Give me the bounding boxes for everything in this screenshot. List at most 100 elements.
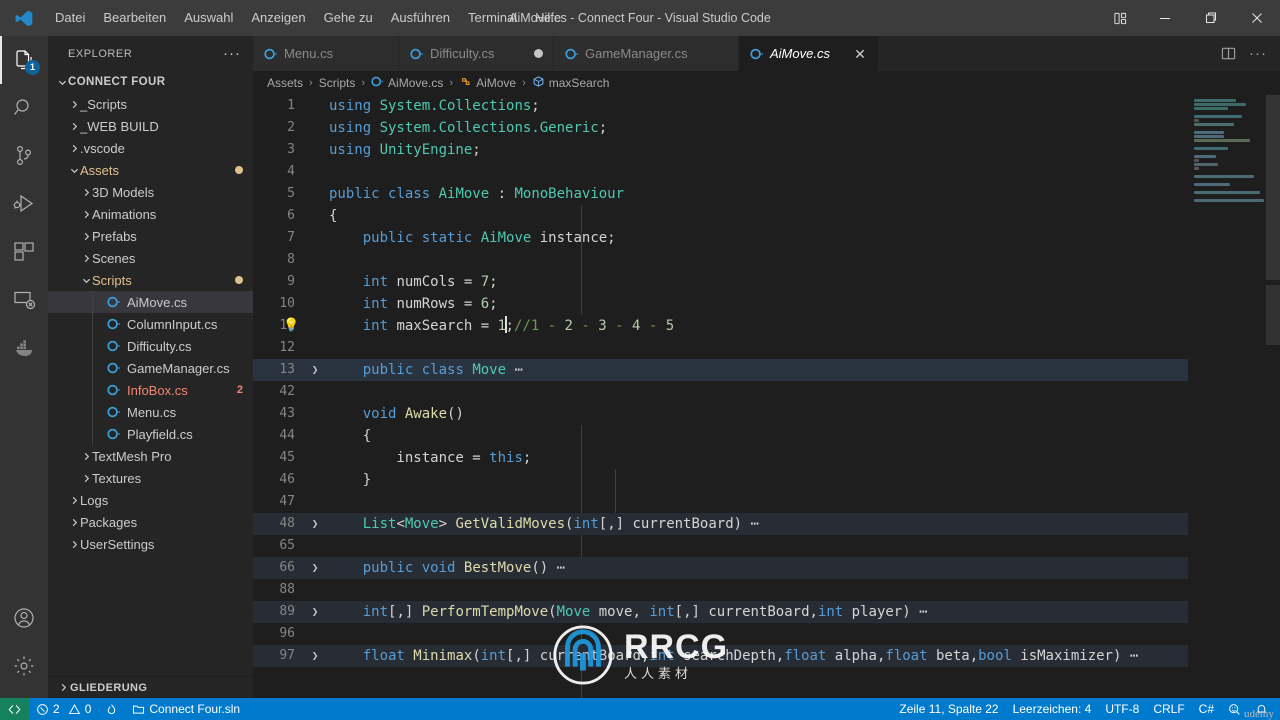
tree-row-aimove-cs[interactable]: AiMove.cs: [48, 291, 253, 313]
chevron-right-icon[interactable]: [68, 93, 80, 115]
code-line[interactable]: 4: [253, 161, 1188, 183]
minimap[interactable]: [1188, 95, 1280, 698]
unfold-chevron-icon[interactable]: ❯: [307, 645, 323, 667]
tree-row-vscode[interactable]: .vscode: [48, 137, 253, 159]
chevron-down-icon[interactable]: [68, 159, 80, 181]
tree-row-textmesh-pro[interactable]: TextMesh Pro: [48, 445, 253, 467]
code-line[interactable]: 5 public class AiMove : MonoBehaviour: [253, 183, 1188, 205]
chevron-right-icon[interactable]: [80, 225, 92, 247]
code-line[interactable]: 12: [253, 337, 1188, 359]
tree-row-3d-models[interactable]: 3D Models: [48, 181, 253, 203]
code-line[interactable]: 42: [253, 381, 1188, 403]
quick-fix-lightbulb-icon[interactable]: 💡: [283, 315, 299, 337]
tree-row-difficulty-cs[interactable]: Difficulty.cs: [48, 335, 253, 357]
breadcrumb[interactable]: Assets › Scripts › AiMove.cs › AiMove ›: [253, 71, 1280, 95]
tab-menu-cs[interactable]: Menu.cs: [253, 36, 399, 71]
chevron-right-icon[interactable]: [56, 683, 70, 692]
status-indentation[interactable]: Leerzeichen: 4: [1006, 698, 1099, 720]
more-actions-icon[interactable]: ···: [223, 46, 241, 61]
outline-section-header[interactable]: GLIEDERUNG: [48, 676, 253, 698]
code-line[interactable]: 47: [253, 491, 1188, 513]
breadcrumb-aimove-cs[interactable]: AiMove.cs: [371, 75, 443, 91]
activity-search[interactable]: [0, 84, 48, 132]
chevron-right-icon[interactable]: [80, 445, 92, 467]
activity-run-debug[interactable]: [0, 180, 48, 228]
code-line-folded[interactable]: 13 ❯ public class Move ⋯: [253, 359, 1188, 381]
chevron-right-icon[interactable]: [80, 467, 92, 489]
unfold-chevron-icon[interactable]: ❯: [307, 601, 323, 623]
breadcrumb-assets[interactable]: Assets: [267, 76, 303, 90]
code-editor-area[interactable]: 1 using System.Collections; 2 using System…: [253, 95, 1280, 698]
activity-explorer[interactable]: 1: [0, 36, 48, 84]
code-line[interactable]: 1 using System.Collections;: [253, 95, 1188, 117]
activity-source-control[interactable]: [0, 132, 48, 180]
code-line[interactable]: 3 using UnityEngine;: [253, 139, 1188, 161]
chevron-right-icon[interactable]: [68, 511, 80, 533]
activity-docker[interactable]: [0, 324, 48, 372]
code-line[interactable]: 43 void Awake(): [253, 403, 1188, 425]
tree-row-_scripts[interactable]: _Scripts: [48, 93, 253, 115]
tree-row-infobox-cs[interactable]: InfoBox.cs 2: [48, 379, 253, 401]
breadcrumb-symbol-aimove[interactable]: AiMove: [459, 75, 516, 91]
tree-row-textures[interactable]: Textures: [48, 467, 253, 489]
status-language-mode[interactable]: C#: [1192, 698, 1221, 720]
menu-bar[interactable]: Datei Bearbeiten Auswahl Anzeigen Gehe z…: [46, 0, 570, 36]
customize-layout-icon[interactable]: [1098, 0, 1142, 36]
code-line-folded[interactable]: 97 ❯ float Minimax(int[,] currentBoard,in…: [253, 645, 1188, 667]
tree-row-prefabs[interactable]: Prefabs: [48, 225, 253, 247]
code-line[interactable]: 88: [253, 579, 1188, 601]
maximize-restore-icon[interactable]: [1188, 0, 1234, 36]
code-content[interactable]: 1 using System.Collections; 2 using System…: [253, 95, 1188, 698]
unfold-chevron-icon[interactable]: ❯: [307, 557, 323, 579]
code-line[interactable]: 2 using System.Collections.Generic;: [253, 117, 1188, 139]
chevron-right-icon[interactable]: [68, 137, 80, 159]
code-line[interactable]: 7 public static AiMove instance;: [253, 227, 1188, 249]
tree-row-scripts[interactable]: Scripts: [48, 269, 253, 291]
status-eol[interactable]: CRLF: [1146, 698, 1191, 720]
tab-gamemanager-cs[interactable]: GameManager.cs: [554, 36, 739, 71]
chevron-right-icon[interactable]: [80, 247, 92, 269]
tree-row-playfield-cs[interactable]: Playfield.cs: [48, 423, 253, 445]
breadcrumb-symbol-maxsearch[interactable]: maxSearch: [532, 75, 609, 91]
minimap-slider[interactable]: [1266, 95, 1280, 280]
activity-remote-explorer[interactable]: [0, 276, 48, 324]
file-tree[interactable]: CONNECT FOUR _Scripts _WEB BUILD .vscode…: [48, 71, 253, 676]
status-cursor-position[interactable]: Zeile 11, Spalte 22: [892, 698, 1005, 720]
menu-item-datei[interactable]: Datei: [46, 5, 94, 31]
code-line[interactable]: 44 {: [253, 425, 1188, 447]
chevron-right-icon[interactable]: [68, 533, 80, 555]
code-line-active[interactable]: 11 💡 int maxSearch = 1;//1 - 2 - 3 - 4 - …: [253, 315, 1188, 337]
code-line[interactable]: 6{: [253, 205, 1188, 227]
chevron-right-icon[interactable]: [68, 115, 80, 137]
unfold-chevron-icon[interactable]: ❯: [307, 513, 323, 535]
code-line[interactable]: 8: [253, 249, 1188, 271]
activity-manage-gear[interactable]: [0, 642, 48, 690]
editor-scrollbar[interactable]: [1266, 285, 1280, 345]
activity-extensions[interactable]: [0, 228, 48, 276]
menu-item-ausfuehren[interactable]: Ausführen: [382, 5, 459, 31]
code-line[interactable]: 45 instance = this;: [253, 447, 1188, 469]
menu-item-auswahl[interactable]: Auswahl: [175, 5, 242, 31]
tree-row-columninput-cs[interactable]: ColumnInput.cs: [48, 313, 253, 335]
chevron-right-icon[interactable]: [80, 203, 92, 225]
tree-row-animations[interactable]: Animations: [48, 203, 253, 225]
tab-dirty-indicator[interactable]: [534, 49, 543, 58]
menu-item-anzeigen[interactable]: Anzeigen: [242, 5, 314, 31]
tree-row-menu-cs[interactable]: Menu.cs: [48, 401, 253, 423]
tab-aimove-cs[interactable]: AiMove.cs ✕: [739, 36, 879, 71]
status-problems[interactable]: 2 0: [29, 698, 98, 720]
menu-item-hilfe[interactable]: Hilfe: [526, 5, 570, 31]
split-editor-icon[interactable]: [1214, 40, 1242, 68]
tree-row-assets[interactable]: Assets: [48, 159, 253, 181]
chevron-right-icon[interactable]: [68, 489, 80, 511]
status-radon[interactable]: [98, 698, 125, 720]
unfold-chevron-icon[interactable]: ❯: [307, 359, 323, 381]
close-icon[interactable]: [1234, 0, 1280, 36]
chevron-right-icon[interactable]: [80, 181, 92, 203]
minimize-icon[interactable]: [1142, 0, 1188, 36]
chevron-down-icon[interactable]: [80, 269, 92, 291]
status-encoding[interactable]: UTF-8: [1098, 698, 1146, 720]
activity-accounts[interactable]: [0, 594, 48, 642]
tree-row-connect-four[interactable]: CONNECT FOUR: [48, 71, 253, 93]
code-line-folded[interactable]: 48 ❯ List<Move> GetValidMoves(int[,] curr…: [253, 513, 1188, 535]
